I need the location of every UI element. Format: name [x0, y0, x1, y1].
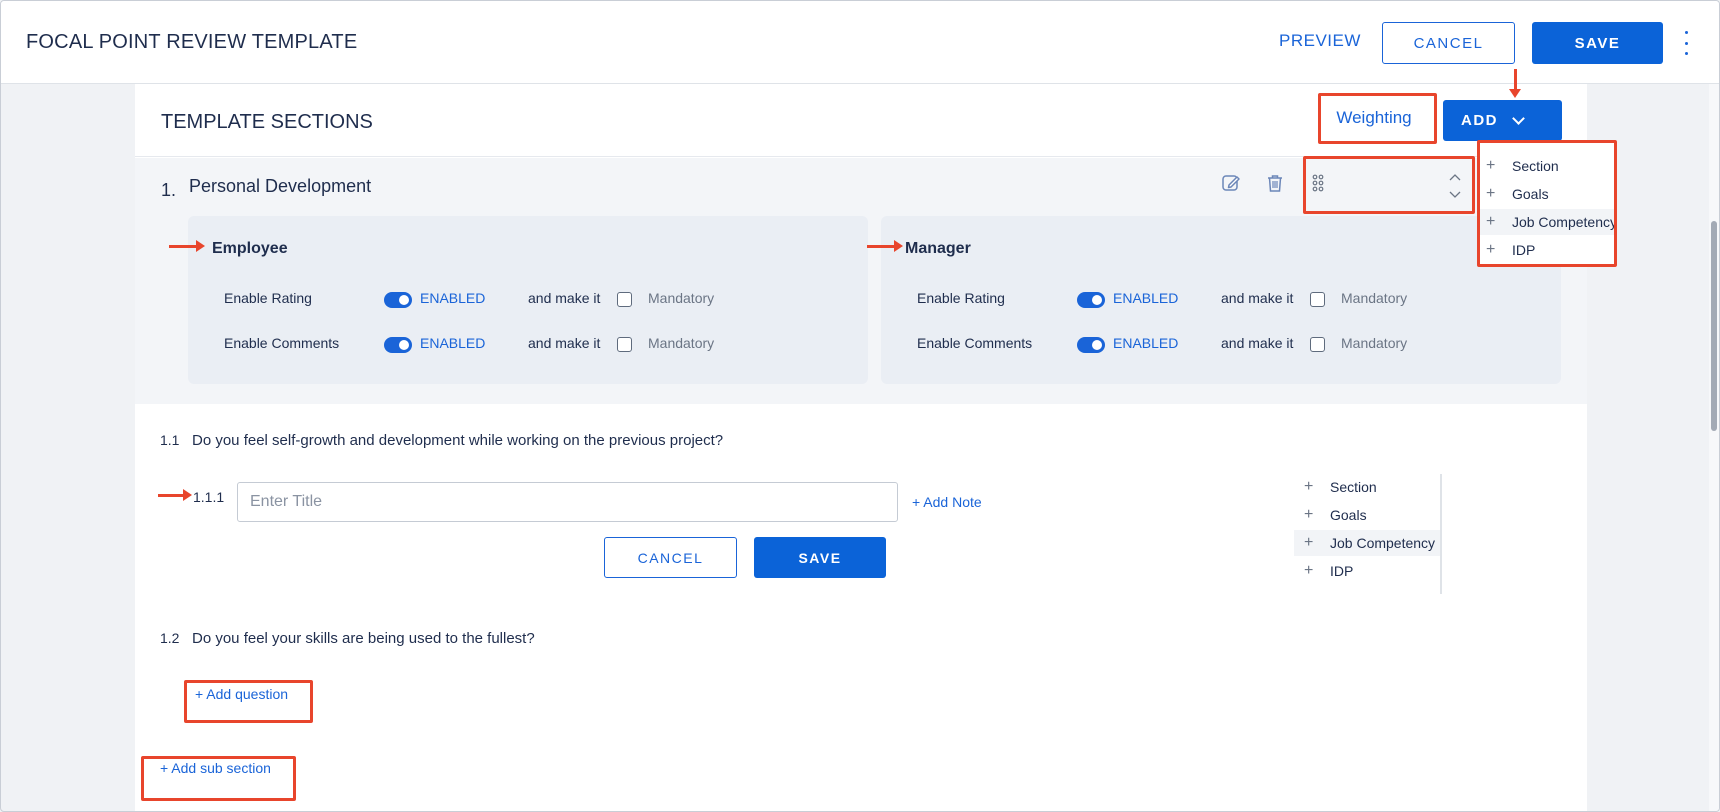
menu-item-label: Job Competency — [1330, 535, 1436, 551]
annotation-arrow-manager — [867, 240, 903, 252]
dropdown-item-section[interactable]: + Section — [1480, 153, 1617, 179]
menu-item-label: Section — [1512, 158, 1559, 174]
employee-settings: Employee Enable Rating ENABLED and make … — [188, 216, 868, 384]
rating-status: ENABLED — [1113, 290, 1179, 306]
menu-item-label: Goals — [1512, 186, 1549, 202]
template-sections-title: TEMPLATE SECTIONS — [161, 111, 373, 133]
plus-icon: + — [1304, 478, 1314, 495]
menu-item-label: Job Competency — [1511, 214, 1617, 230]
rating-connector: and make it — [528, 290, 601, 306]
move-up-icon[interactable] — [1448, 172, 1462, 182]
plus-icon: + — [1486, 157, 1496, 174]
add-note-link[interactable]: + Add Note — [912, 494, 982, 510]
menu-item-goals[interactable]: + Goals — [1294, 502, 1440, 528]
dropdown-item-job-competency[interactable]: + Job Competency — [1480, 209, 1617, 235]
dropdown-item-goals[interactable]: + Goals — [1480, 181, 1617, 207]
scrollbar-thumb[interactable] — [1711, 221, 1717, 431]
template-card: TEMPLATE SECTIONS Weighting ADD 1. Perso… — [135, 84, 1587, 811]
menu-item-label: IDP — [1330, 563, 1354, 579]
rating-toggle[interactable] — [1077, 292, 1105, 308]
comments-mandatory-checkbox[interactable] — [1310, 337, 1325, 352]
rating-connector: and make it — [1221, 290, 1294, 306]
comments-status: ENABLED — [1113, 335, 1179, 351]
section-name: Personal Development — [189, 176, 372, 196]
drag-handle-icon[interactable] — [1308, 172, 1330, 194]
menu-item-label: Section — [1330, 479, 1377, 495]
rating-mandatory-label: Mandatory — [1341, 290, 1408, 306]
comments-toggle[interactable] — [1077, 337, 1105, 353]
title-input[interactable] — [237, 482, 898, 522]
rating-toggle[interactable] — [384, 292, 412, 308]
page-title: FOCAL POINT REVIEW TEMPLATE — [26, 31, 358, 53]
rating-label: Enable Rating — [917, 290, 1005, 306]
comments-toggle[interactable] — [384, 337, 412, 353]
scrollbar-track[interactable] — [1709, 84, 1719, 811]
edit-icon[interactable] — [1220, 172, 1242, 194]
save-title-button[interactable]: SAVE — [754, 537, 886, 578]
comments-label: Enable Comments — [917, 335, 1033, 351]
add-dropdown-button[interactable]: ADD — [1443, 100, 1562, 141]
dropdown-item-idp[interactable]: + IDP — [1480, 237, 1617, 263]
menu-item-label: Goals — [1330, 507, 1367, 523]
comments-mandatory-label: Mandatory — [648, 335, 715, 351]
employee-title: Employee — [212, 240, 288, 257]
rating-mandatory-label: Mandatory — [648, 290, 715, 306]
chevron-down-icon — [1512, 111, 1525, 125]
add-dropdown-menu: + Section + Goals + Job Competency + IDP — [1480, 141, 1617, 267]
plus-icon: + — [1304, 506, 1314, 523]
section-number: 1. — [161, 180, 177, 200]
rating-status: ENABLED — [420, 290, 486, 306]
rating-label: Enable Rating — [224, 290, 312, 306]
menu-item-label: IDP — [1512, 242, 1536, 258]
annotation-arrow-add — [1509, 69, 1521, 98]
add-button-label: ADD — [1461, 112, 1498, 129]
manager-title: Manager — [905, 240, 971, 257]
plus-icon: + — [1486, 185, 1496, 202]
comments-label: Enable Comments — [224, 335, 340, 351]
question-number: 1.2 — [160, 630, 180, 646]
menu-item-idp[interactable]: + IDP — [1294, 558, 1440, 584]
sub-question-number: 1.1.1 — [193, 489, 225, 505]
annotation-arrow-employee — [169, 240, 205, 252]
comments-mandatory-label: Mandatory — [1341, 335, 1408, 351]
add-question-link[interactable]: + Add question — [195, 686, 288, 702]
top-bar: FOCAL POINT REVIEW TEMPLATE PREVIEW CANC… — [1, 1, 1719, 84]
cancel-title-button[interactable]: CANCEL — [604, 537, 737, 578]
cancel-button[interactable]: CANCEL — [1382, 22, 1515, 64]
delete-icon[interactable] — [1264, 172, 1286, 194]
save-button[interactable]: SAVE — [1532, 22, 1663, 64]
menu-item-section[interactable]: + Section — [1294, 474, 1440, 500]
inline-add-menu: + Section + Goals + Job Competency + IDP — [1294, 474, 1442, 594]
comments-connector: and make it — [528, 335, 601, 351]
plus-icon: + — [1486, 213, 1496, 230]
comments-mandatory-checkbox[interactable] — [617, 337, 632, 352]
move-down-icon[interactable] — [1448, 190, 1462, 200]
template-sections-header: TEMPLATE SECTIONS Weighting ADD — [135, 84, 1587, 157]
add-sub-section-link[interactable]: + Add sub section — [160, 760, 271, 776]
rating-mandatory-checkbox[interactable] — [617, 292, 632, 307]
annotation-arrow-sub-question — [158, 489, 192, 501]
preview-button[interactable]: PREVIEW — [1279, 31, 1361, 51]
comments-status: ENABLED — [420, 335, 486, 351]
plus-icon: + — [1486, 241, 1496, 258]
question-number: 1.1 — [160, 432, 180, 448]
app-window: FOCAL POINT REVIEW TEMPLATE PREVIEW CANC… — [0, 0, 1720, 812]
question-text: Do you feel your skills are being used t… — [192, 630, 535, 647]
rating-mandatory-checkbox[interactable] — [1310, 292, 1325, 307]
menu-item-job-competency[interactable]: + Job Competency — [1294, 530, 1440, 556]
comments-connector: and make it — [1221, 335, 1294, 351]
plus-icon: + — [1304, 534, 1314, 551]
manager-settings: Manager Enable Rating ENABLED and make i… — [881, 216, 1561, 384]
section-personal-development: 1. Personal Development Employee Enable … — [135, 158, 1587, 404]
plus-icon: + — [1304, 562, 1314, 579]
more-options-icon[interactable] — [1681, 31, 1691, 55]
weighting-button[interactable]: Weighting — [1321, 94, 1427, 142]
question-text: Do you feel self-growth and development … — [192, 432, 724, 449]
